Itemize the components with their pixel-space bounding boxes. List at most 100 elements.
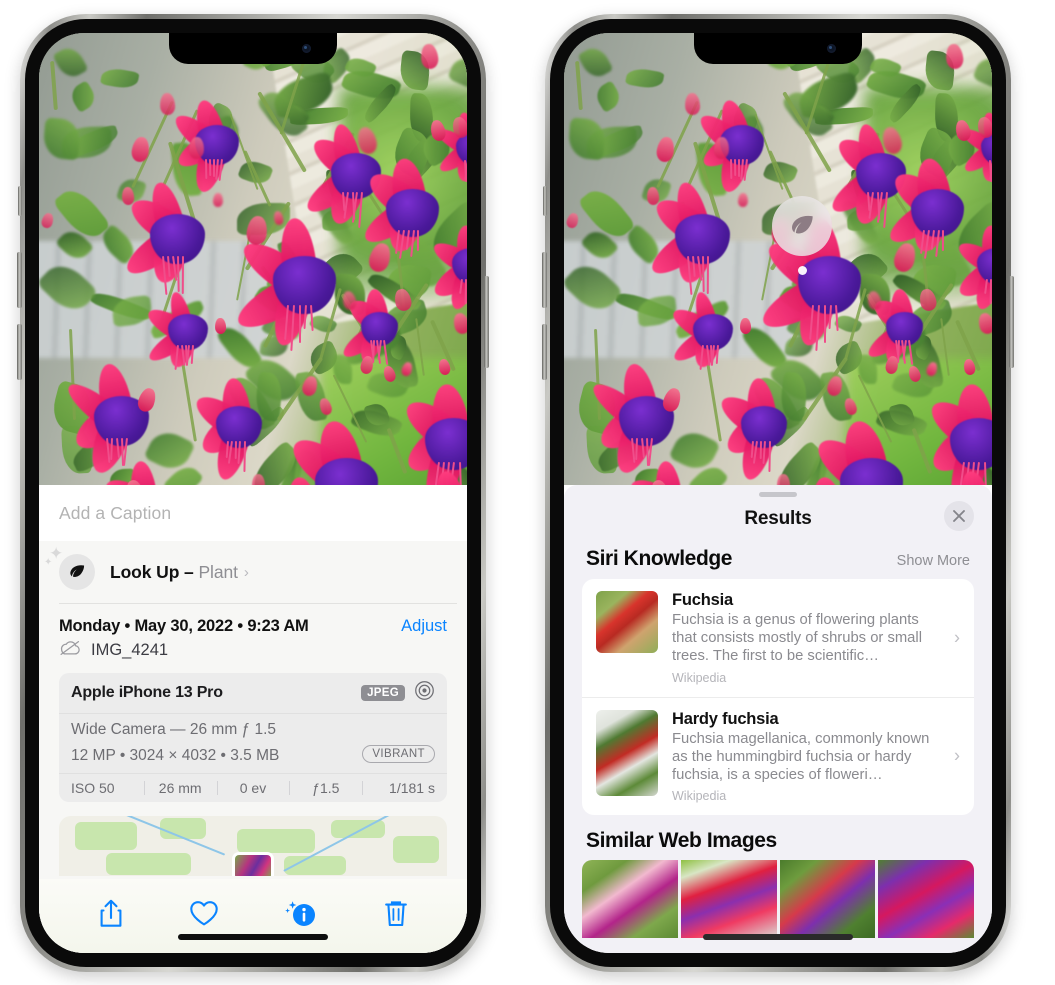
silent-switch[interactable]: [18, 186, 22, 216]
photo-viewer[interactable]: [564, 33, 992, 485]
photo-stamen: [464, 278, 467, 304]
exif-device-row: Apple iPhone 13 Pro JPEG: [59, 673, 447, 713]
look-up-main: Look Up: [110, 561, 180, 582]
right-iphone-device: Results Siri Knowledge Show More Fuchsia…: [542, 14, 1014, 972]
home-indicator[interactable]: [178, 934, 328, 940]
photo-fuchsia-blossom: [932, 445, 992, 485]
home-indicator[interactable]: [703, 934, 853, 940]
siri-knowledge-header: Siri Knowledge Show More: [564, 541, 992, 579]
photo-fuchsia-blossom: [143, 269, 244, 377]
knowledge-card[interactable]: Fuchsia Fuchsia is a genus of flowering p…: [582, 579, 974, 697]
knowledge-description: Fuchsia is a genus of flowering plants t…: [672, 612, 922, 665]
photo-stamen: [209, 158, 212, 176]
exif-stat-0: ISO 50: [71, 780, 115, 796]
look-up-label: Look Up – Plant: [110, 562, 238, 583]
map-preview[interactable]: [59, 816, 447, 876]
knowledge-title: Fuchsia: [672, 591, 733, 609]
photo-stamen: [730, 158, 733, 179]
exif-lens-line: Wide Camera — 26 mm ƒ 1.5: [71, 721, 277, 738]
adjust-button[interactable]: Adjust: [401, 617, 447, 636]
photo-fuchsia-blossom: [257, 453, 367, 485]
photo-fuchsia-blossom: [694, 75, 804, 196]
caption-placeholder: Add a Caption: [59, 502, 172, 523]
exif-badges: JPEG: [361, 680, 435, 706]
favorite-button[interactable]: [189, 900, 219, 932]
leaf-icon: ✦ ✦: [44, 545, 95, 590]
photo-filename: IMG_4241: [91, 641, 169, 659]
exif-stat-1: 26 mm: [143, 780, 217, 796]
look-up-subject: Plant: [198, 561, 238, 582]
photo-fuchsia-blossom: [428, 203, 467, 313]
volume-up-button[interactable]: [17, 252, 22, 308]
visual-look-up-anchor-dot: [798, 266, 807, 275]
exif-card[interactable]: Apple iPhone 13 Pro JPEG Wide Camera — 2…: [59, 673, 447, 802]
exif-stat-4: 1/181 s: [362, 780, 435, 796]
trash-icon: [383, 899, 409, 933]
photo-fuchsia-blossom: [407, 445, 467, 485]
volume-up-button[interactable]: [542, 252, 547, 308]
visual-look-up-badge[interactable]: [772, 196, 832, 256]
camera-lens-icon[interactable]: [414, 680, 435, 706]
left-iphone-device: Add a Caption ✦ ✦ Look Up – Plant › Mond…: [17, 14, 489, 972]
volume-down-button[interactable]: [542, 324, 547, 380]
photo-fuchsia-blossom: [958, 93, 992, 189]
knowledge-card-body: Fuchsia Fuchsia is a genus of flowering p…: [672, 591, 960, 685]
knowledge-source: Wikipedia: [672, 789, 727, 804]
web-image-thumbnail[interactable]: [680, 860, 777, 939]
photo-sepal: [955, 468, 992, 485]
web-image-thumbnail[interactable]: [878, 860, 974, 939]
knowledge-title: Hardy fuchsia: [672, 709, 779, 728]
photo-fuchsia-blossom: [338, 269, 433, 371]
right-screen: Results Siri Knowledge Show More Fuchsia…: [564, 33, 992, 953]
chevron-right-icon: ›: [954, 745, 960, 766]
photo-stamen: [768, 441, 771, 472]
exif-stat-3: ƒ1.5: [289, 780, 362, 796]
similar-web-images-title: Similar Web Images: [586, 829, 777, 853]
web-image-thumbnail[interactable]: [779, 860, 876, 939]
volume-down-button[interactable]: [17, 324, 22, 380]
photo-stamen: [205, 158, 208, 179]
knowledge-source: Wikipedia: [672, 670, 727, 685]
exif-stat-2: 0 ev: [216, 780, 290, 796]
photo-sepal: [430, 468, 467, 485]
device-notch: [694, 33, 862, 64]
power-button[interactable]: [484, 276, 489, 368]
format-badge: JPEG: [361, 685, 405, 701]
photo-fuchsia-blossom: [668, 269, 769, 377]
results-sheet: Results Siri Knowledge Show More Fuchsia…: [564, 485, 992, 953]
knowledge-card[interactable]: Hardy fuchsia Fuchsia magellanica, common…: [582, 696, 974, 816]
results-header: Results: [564, 497, 992, 541]
look-up-dash: –: [179, 561, 199, 582]
filename-row: IMG_4241: [39, 636, 467, 661]
close-icon[interactable]: [944, 501, 974, 531]
photographic-style-badge: VIBRANT: [362, 744, 435, 763]
photo-bud: [737, 192, 748, 207]
chevron-right-icon: ›: [243, 563, 249, 581]
share-icon: [98, 899, 124, 934]
photo-stamen: [298, 304, 301, 343]
caption-input-row[interactable]: Add a Caption: [39, 485, 467, 541]
photo-viewer[interactable]: [39, 33, 467, 485]
knowledge-thumbnail: [596, 709, 658, 796]
knowledge-description: Fuchsia magellanica, commonly known as t…: [672, 730, 930, 783]
delete-button[interactable]: [383, 899, 409, 933]
results-title: Results: [744, 508, 812, 529]
silent-switch[interactable]: [543, 186, 547, 216]
photo-fuchsia-blossom: [782, 453, 892, 485]
info-button[interactable]: [284, 899, 318, 934]
photo-stamen: [715, 344, 719, 364]
photo-fuchsia-blossom: [99, 437, 209, 485]
power-button[interactable]: [1009, 276, 1014, 368]
similar-web-images-row: [582, 860, 974, 939]
map-photo-pin[interactable]: [232, 852, 274, 876]
web-image-thumbnail[interactable]: [582, 860, 678, 939]
sparkle-small-icon: ✦: [44, 557, 53, 568]
similar-web-images-header: Similar Web Images: [564, 815, 992, 860]
siri-knowledge-card-list: Fuchsia Fuchsia is a genus of flowering p…: [582, 579, 974, 816]
siri-knowledge-title: Siri Knowledge: [586, 547, 733, 570]
photo-fuchsia-blossom: [169, 75, 279, 196]
look-up-row[interactable]: ✦ ✦ Look Up – Plant ›: [39, 541, 467, 603]
show-more-button[interactable]: Show More: [897, 553, 970, 569]
front-camera-icon: [827, 44, 836, 53]
share-button[interactable]: [98, 899, 124, 934]
